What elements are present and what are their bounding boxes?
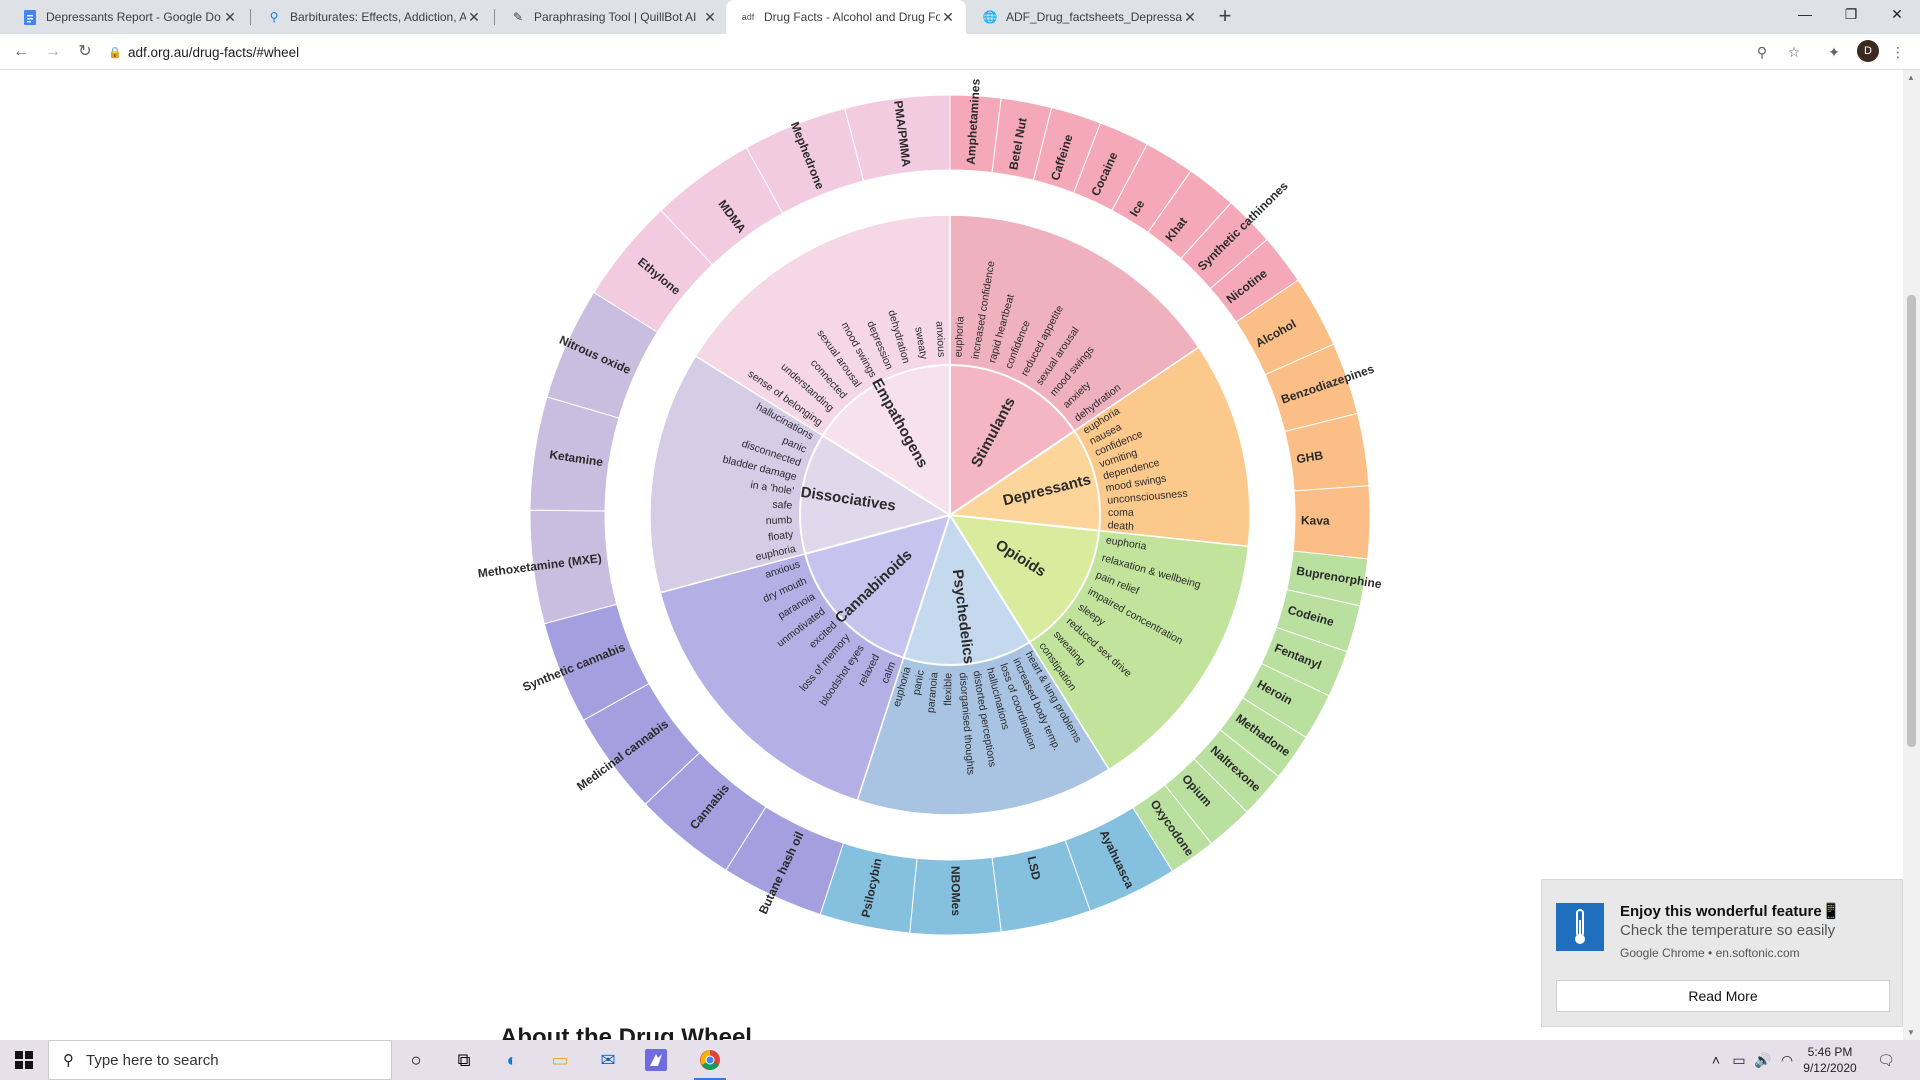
wheel-label: flexible bbox=[942, 673, 954, 706]
back-icon[interactable]: ← bbox=[8, 39, 34, 65]
wheel-label: euphoria bbox=[952, 316, 966, 358]
windows-start-icon[interactable] bbox=[0, 1040, 48, 1080]
minimize-icon[interactable]: — bbox=[1782, 0, 1828, 30]
cortana-icon[interactable]: ○ bbox=[392, 1040, 440, 1080]
taskbar-search-input[interactable]: ⚲ Type here to search bbox=[48, 1040, 392, 1080]
close-tab-icon[interactable]: ✕ bbox=[222, 9, 238, 26]
menu-icon[interactable]: ⋮ bbox=[1887, 41, 1909, 63]
adf-icon: adf bbox=[741, 12, 755, 22]
tab-barbiturates[interactable]: ⚲ Barbiturates: Effects, Addiction, A ✕ bbox=[252, 0, 492, 34]
tab-title: Depressants Report - Google Do bbox=[46, 10, 221, 24]
wheel-label: safe bbox=[772, 499, 793, 512]
tab-docs[interactable]: Depressants Report - Google Do ✕ bbox=[8, 0, 248, 34]
zoom-icon[interactable]: ⚲ bbox=[1751, 41, 1773, 63]
wheel-label: Kava bbox=[1301, 513, 1330, 528]
notification-body: Check the temperature so easily bbox=[1620, 922, 1836, 939]
scroll-thumb[interactable] bbox=[1907, 295, 1916, 747]
restore-icon[interactable]: ❐ bbox=[1828, 0, 1874, 30]
file-explorer-icon[interactable]: ▭ bbox=[536, 1040, 584, 1080]
edge-icon[interactable]: ◐ bbox=[488, 1040, 536, 1080]
tab-title: Drug Facts - Alcohol and Drug Fo bbox=[764, 10, 940, 24]
address-bar[interactable]: 🔒 adf.org.au/drug-facts/#wheel bbox=[108, 38, 1798, 66]
lock-icon: 🔒 bbox=[108, 46, 122, 59]
new-tab-button[interactable]: + bbox=[1212, 4, 1238, 30]
notification-title: Enjoy this wonderful feature📱 bbox=[1620, 903, 1841, 920]
close-tab-icon[interactable]: ✕ bbox=[466, 9, 482, 26]
scroll-down-icon[interactable]: ▼ bbox=[1905, 1028, 1917, 1038]
clock-time: 5:46 PM bbox=[1807, 1045, 1853, 1059]
read-more-button[interactable]: Read More bbox=[1556, 980, 1890, 1012]
url-text: adf.org.au/drug-facts/#wheel bbox=[128, 44, 300, 60]
tab-factsheet[interactable]: 🌐 ADF_Drug_factsheets_Depressants ✕ bbox=[968, 0, 1208, 34]
volume-icon[interactable]: 🔊 bbox=[1752, 1040, 1774, 1080]
avatar[interactable]: D bbox=[1857, 40, 1879, 62]
tray-chevron-icon[interactable]: ˄ bbox=[1706, 1040, 1726, 1080]
thermometer-icon bbox=[1556, 903, 1604, 951]
wheel-label: anxious bbox=[933, 321, 947, 358]
close-tab-icon[interactable]: ✕ bbox=[1182, 9, 1198, 26]
tab-drug-facts[interactable]: adf Drug Facts - Alcohol and Drug Fo ✕ bbox=[726, 0, 966, 34]
tab-title: Paraphrasing Tool | QuillBot AI bbox=[534, 10, 697, 24]
extensions-icon[interactable]: ✦ bbox=[1823, 41, 1845, 63]
tab-strip: Depressants Report - Google Do ✕ ⚲ Barbi… bbox=[0, 0, 1920, 34]
pin-icon: ⚲ bbox=[269, 10, 279, 24]
search-icon: ⚲ bbox=[63, 1052, 74, 1069]
task-view-icon[interactable]: ⧉ bbox=[440, 1040, 488, 1080]
battery-icon[interactable]: ▭ bbox=[1728, 1040, 1750, 1080]
globe-icon: 🌐 bbox=[982, 10, 998, 24]
notification-source: Google Chrome • en.softonic.com bbox=[1620, 946, 1800, 960]
clock[interactable]: 5:46 PM 9/12/2020 bbox=[1798, 1044, 1862, 1076]
docs-icon bbox=[22, 9, 38, 25]
notifications-icon[interactable]: 🗨 bbox=[1872, 1040, 1900, 1080]
tab-divider bbox=[494, 9, 495, 25]
tab-divider bbox=[250, 9, 251, 25]
tab-title: ADF_Drug_factsheets_Depressants bbox=[1006, 10, 1182, 24]
bookmark-star-icon[interactable]: ☆ bbox=[1783, 41, 1805, 63]
tab-quillbot[interactable]: ✎ Paraphrasing Tool | QuillBot AI ✕ bbox=[496, 0, 728, 34]
chrome-icon[interactable] bbox=[686, 1040, 734, 1080]
wheel-label: coma bbox=[1108, 507, 1134, 519]
search-placeholder: Type here to search bbox=[86, 1051, 219, 1069]
wheel-label: numb bbox=[766, 514, 793, 527]
wifi-icon[interactable]: ◠ bbox=[1776, 1040, 1798, 1080]
wheel-label: death bbox=[1107, 519, 1134, 533]
notification-toast: Enjoy this wonderful feature📱 Check the … bbox=[1541, 879, 1903, 1027]
scroll-up-icon[interactable]: ▲ bbox=[1905, 73, 1917, 83]
close-window-icon[interactable]: ✕ bbox=[1874, 0, 1920, 30]
quill-icon: ✎ bbox=[512, 10, 524, 24]
section-heading: About the Drug Wheel bbox=[500, 1024, 752, 1040]
wheel-label: NBOMes bbox=[948, 866, 963, 917]
app-icon[interactable] bbox=[632, 1040, 680, 1080]
taskbar: ⚲ Type here to search ○ ⧉ ◐ ▭ ✉ ˄ ▭ 🔊 ◠ … bbox=[0, 1040, 1920, 1080]
browser-toolbar: ← → ↻ 🔒 adf.org.au/drug-facts/#wheel ⚲ ☆… bbox=[0, 34, 1920, 70]
clock-date: 9/12/2020 bbox=[1803, 1061, 1857, 1075]
close-tab-icon[interactable]: ✕ bbox=[702, 9, 718, 26]
forward-icon[interactable]: → bbox=[40, 39, 66, 65]
tab-title: Barbiturates: Effects, Addiction, A bbox=[290, 10, 466, 24]
close-tab-icon[interactable]: ✕ bbox=[940, 9, 956, 26]
reload-icon[interactable]: ↻ bbox=[72, 39, 98, 65]
mail-icon[interactable]: ✉ bbox=[584, 1040, 632, 1080]
